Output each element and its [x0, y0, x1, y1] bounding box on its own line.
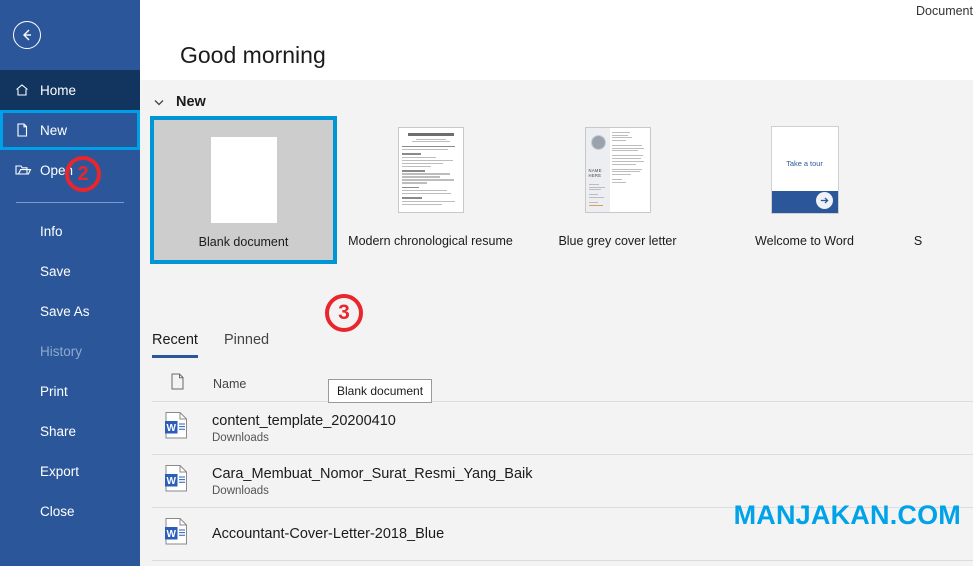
open-folder-icon: [14, 162, 40, 178]
take-a-tour-thumbnail: Take a tour: [770, 126, 839, 214]
resume-thumbnail: [397, 127, 464, 213]
backstage-sidebar: Home New Open Info Save Save As History …: [0, 0, 140, 566]
chevron-down-icon[interactable]: [152, 95, 166, 109]
new-section-title: New: [176, 94, 206, 110]
template-card-modern-chronological-resume[interactable]: Modern chronological resume: [337, 116, 524, 248]
file-list-header: Name: [152, 366, 973, 402]
template-card-welcome-to-word[interactable]: Take a tour Welcome to Word: [711, 116, 898, 248]
sidebar-item-label: Save As: [40, 303, 90, 319]
content-area: New Blank document Modern chronological …: [140, 80, 973, 566]
new-document-icon: [14, 122, 40, 138]
sidebar-item-home[interactable]: Home: [0, 70, 140, 110]
template-blank-thumbnail[interactable]: Blank document: [150, 116, 337, 264]
document-icon: [170, 373, 185, 395]
svg-text:W: W: [166, 529, 176, 540]
backstage-main: Document Good morning New Blank document: [140, 0, 973, 566]
tab-label: Recent: [152, 332, 198, 348]
sidebar-item-label: Print: [40, 383, 68, 399]
file-meta: Cara_Membuat_Nomor_Surat_Resmi_Yang_Baik…: [212, 466, 533, 497]
sidebar-item-history: History: [0, 331, 140, 371]
sidebar-item-label: New: [40, 122, 68, 138]
avatar: [590, 135, 606, 150]
home-icon: [14, 82, 40, 98]
file-location: Downloads: [212, 484, 269, 497]
template-card-blue-grey-cover-letter[interactable]: NAME HERE Blue grey cover letter: [524, 116, 711, 248]
sidebar-item-save[interactable]: Save: [0, 251, 140, 291]
cover-letter-thumbnail: NAME HERE: [584, 127, 651, 213]
blank-document-tooltip: Blank document: [328, 379, 433, 403]
file-name: Cara_Membuat_Nomor_Surat_Resmi_Yang_Baik: [212, 465, 533, 482]
sidebar-item-share[interactable]: Share: [0, 411, 140, 451]
template-label: Welcome to Word: [755, 234, 854, 248]
sidebar-item-label: Export: [40, 463, 80, 479]
sidebar-item-print[interactable]: Print: [0, 371, 140, 411]
annotation-marker-label: 3: [338, 301, 350, 324]
file-name: content_template_20200410: [212, 412, 396, 429]
sidebar-item-close[interactable]: Close: [0, 491, 140, 531]
back-arrow-icon[interactable]: [13, 21, 41, 49]
sidebar-item-label: Share: [40, 423, 77, 439]
word-document-icon: W: [164, 464, 198, 498]
blank-page-preview: [210, 137, 277, 223]
sidebar-item-new[interactable]: New: [0, 110, 140, 150]
template-label-text: Welcome to Word: [755, 234, 854, 248]
recent-pinned-tabs: Recent Pinned: [140, 332, 973, 358]
annotation-marker-label: 2: [77, 162, 89, 185]
template-gallery: Blank document Modern chronological resu…: [140, 116, 973, 276]
arrow-right-icon: [815, 192, 833, 209]
new-section-header: New: [140, 80, 973, 116]
template-card-blank-document[interactable]: Blank document: [150, 116, 337, 264]
thumbnail-wrap: Take a tour: [770, 116, 839, 224]
file-meta: Accountant-Cover-Letter-2018_Blue: [212, 526, 444, 542]
svg-text:W: W: [166, 423, 176, 434]
top-bar: Document Good morning: [140, 0, 973, 80]
sidebar-item-label: History: [40, 343, 83, 359]
svg-text:W: W: [166, 476, 176, 487]
sidebar-item-label: Home: [40, 82, 77, 98]
column-header-name: Name: [213, 376, 247, 391]
file-name: Accountant-Cover-Letter-2018_Blue: [212, 526, 445, 542]
back-row: [0, 0, 140, 70]
template-label: Modern chronological resume: [348, 234, 513, 248]
file-meta: content_template_20200410 Downloads: [212, 413, 396, 444]
word-backstage-screen: Home New Open Info Save Save As History …: [0, 0, 973, 566]
tour-thumb-text: Take a tour: [786, 159, 823, 168]
sidebar-divider: [16, 202, 124, 203]
template-label: S: [913, 234, 923, 248]
sidebar-item-info[interactable]: Info: [0, 211, 140, 251]
sidebar-item-label: Info: [40, 223, 63, 239]
word-document-icon: W: [164, 517, 198, 551]
annotation-marker-2: 2: [65, 156, 101, 192]
sidebar-item-label: Save: [40, 263, 71, 279]
sidebar-item-label: Close: [40, 503, 75, 519]
tab-pinned[interactable]: Pinned: [224, 332, 269, 358]
word-document-icon: W: [164, 411, 198, 445]
thumbnail-wrap: NAME HERE: [584, 116, 651, 224]
template-label: Blue grey cover letter: [558, 234, 677, 248]
tab-label: Pinned: [223, 332, 270, 348]
page-title: Good morning: [180, 42, 326, 68]
template-card-cut-off[interactable]: S: [898, 116, 938, 248]
file-location: Downloads: [212, 431, 269, 444]
sidebar-item-save-as[interactable]: Save As: [0, 291, 140, 331]
thumbnail-wrap: [397, 116, 464, 224]
tab-recent[interactable]: Recent: [152, 332, 198, 358]
watermark: MANJAKAN.COM: [733, 500, 961, 530]
document-title-label: Document: [916, 4, 973, 18]
table-row[interactable]: W content_template_20200410 Downloads: [152, 402, 973, 455]
sidebar-item-export[interactable]: Export: [0, 451, 140, 491]
template-label: Blank document: [198, 235, 289, 249]
annotation-marker-3: 3: [325, 294, 363, 332]
